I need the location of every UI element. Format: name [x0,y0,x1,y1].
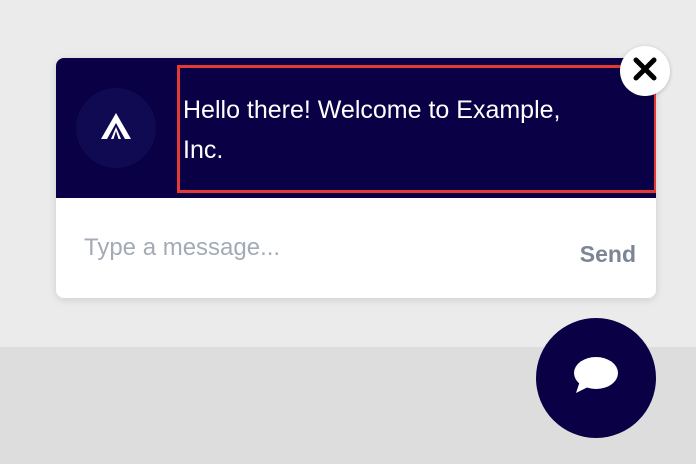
chat-header: Hello there! Welcome to Example, Inc. [56,58,656,198]
greeting-message-highlight: Hello there! Welcome to Example, Inc. [177,65,656,193]
message-input[interactable] [84,228,504,268]
close-icon [632,56,658,87]
send-button[interactable]: Send [556,236,636,272]
chat-launcher-button[interactable] [536,318,656,438]
chat-widget: Hello there! Welcome to Example, Inc. Se… [56,58,656,298]
avatar [76,88,156,168]
greeting-message: Hello there! Welcome to Example, Inc. [183,96,561,164]
message-compose-row: Send [56,198,656,298]
chat-bubble-icon [572,355,620,402]
brand-logo-icon [99,111,133,146]
close-button[interactable] [620,46,670,96]
